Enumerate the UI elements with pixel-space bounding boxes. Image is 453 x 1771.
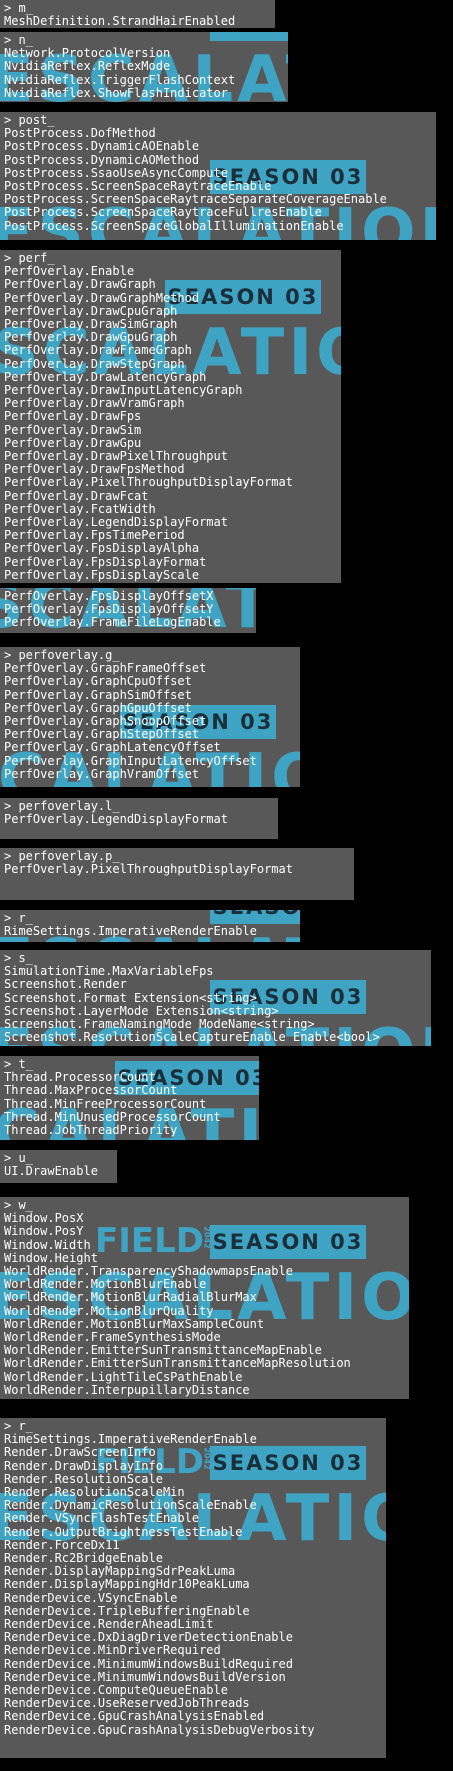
suggestion-item[interactable]: Render.DrawDisplayInfo (4, 1459, 386, 1473)
autocomplete-panel: SEASON 03ESCALATION> perf_PerfOverlay.En… (0, 250, 341, 583)
suggestion-item[interactable]: Render.VSyncFlashTestEnable (4, 1512, 386, 1525)
suggestion-list: > r_ RimeSettings.ImperativeRenderEnable (0, 910, 300, 938)
suggestion-list: > r_ RimeSettings.ImperativeRenderEnable R… (0, 1418, 386, 1737)
suggestion-item[interactable]: PerfOverlay.GraphInputLatencyOffset (4, 754, 300, 768)
autocomplete-panel: SEASON 03ESCALATION> r_RimeSettings.Impe… (0, 910, 300, 942)
suggestion-item[interactable]: Thread.JobThreadPriority (4, 1123, 259, 1137)
suggestion-list: > w_ Window.PosX Window.PosY Window.Width Wi… (0, 1197, 409, 1397)
suggestion-item[interactable]: Screenshot.Render (4, 978, 431, 991)
suggestion-item[interactable]: PerfOverlay.FpsDisplayAlpha (4, 542, 341, 555)
suggestion-item[interactable]: Window.PosY (4, 1225, 409, 1238)
suggestion-item[interactable]: RenderDevice.MinDriverRequired (4, 1644, 386, 1657)
suggestion-item[interactable]: Screenshot.Format Extension<string> (4, 991, 431, 1005)
autocomplete-panel: > u_ UI.DrawEnable (0, 1150, 117, 1183)
suggestion-item[interactable]: PerfOverlay.DrawFcat (4, 489, 341, 503)
suggestion-item[interactable]: PerfOverlay.PixelThroughputDisplayFormat (4, 863, 354, 876)
suggestion-item[interactable]: Render.OutputBrightnessTestEnable (4, 1525, 386, 1539)
suggestion-item[interactable]: PostProcess.DynamicAOEnable (4, 140, 436, 153)
suggestion-item[interactable]: WorldRender.LightTileCsPathEnable (4, 1370, 409, 1384)
suggestion-list: > post_ PostProcess.DofMethod PostProcess.… (0, 112, 436, 233)
suggestion-item[interactable]: PostProcess.DynamicAOMethod (4, 153, 436, 167)
suggestion-item[interactable]: RenderDevice.GpuCrashAnalysisDebugVerbos… (4, 1723, 386, 1737)
autocomplete-panel: FIELD2042SEASON 03ESCALATION> w_Window.P… (0, 1197, 409, 1399)
suggestion-item[interactable]: PerfOverlay.GraphVramOffset (4, 767, 300, 781)
autocomplete-panel: > perfoverlay.p_ PerfOverlay.PixelThrough… (0, 848, 354, 900)
suggestion-item[interactable]: PerfOverlay.FpsDisplayFormat (4, 555, 341, 569)
suggestion-item[interactable]: Thread.MaxProcessorCount (4, 1084, 259, 1097)
suggestion-item[interactable]: WorldRender.MotionBlurQuality (4, 1304, 409, 1318)
suggestion-item[interactable]: PerfOverlay.LegendDisplayFormat (4, 813, 278, 826)
suggestion-list: > s_ SimulationTime.MaxVariableFps Screens… (0, 950, 431, 1044)
suggestion-item[interactable]: PerfOverlay.GraphSimOffset (4, 688, 300, 702)
suggestion-item[interactable]: RenderDevice.GpuCrashAnalysisEnabled (4, 1710, 386, 1723)
suggestion-item[interactable]: PerfOverlay.FpsDisplayScale (4, 568, 341, 582)
suggestion-item[interactable]: Window.Width (4, 1238, 409, 1252)
suggestion-item[interactable]: PerfOverlay.PixelThroughputDisplayFormat (4, 476, 341, 489)
autocomplete-panel: SEASON 03ESCALATION> s_SimulationTime.Ma… (0, 950, 431, 1046)
suggestion-item[interactable]: PerfOverlay.DrawGraph (4, 278, 341, 291)
suggestion-item[interactable]: PerfOverlay.DrawFrameGraph (4, 344, 341, 357)
suggestion-item[interactable]: PerfOverlay.DrawStepGraph (4, 357, 341, 371)
autocomplete-panel: SEASON 03ESCALATION> perfoverlay.g_PerfO… (0, 647, 300, 787)
autocomplete-panel: > perfoverlay.l_ PerfOverlay.LegendDispla… (0, 798, 278, 839)
suggestion-list: > t_ Thread.ProcessorCount Thread.MaxProce… (0, 1056, 259, 1137)
suggestion-item[interactable]: PostProcess.ScreenSpaceRaytraceFullresEn… (4, 206, 436, 219)
suggestion-item[interactable]: Thread.MinFreeProcessorCount (4, 1097, 259, 1111)
suggestion-item[interactable]: PerfOverlay.GraphLatencyOffset (4, 741, 300, 754)
suggestion-item[interactable]: RenderDevice.VSyncEnable (4, 1591, 386, 1605)
suggestion-list: > u_ UI.DrawEnable (0, 1150, 117, 1178)
suggestion-list: > perf_ PerfOverlay.Enable PerfOverlay.Dra… (0, 250, 341, 582)
suggestion-item[interactable]: WorldRender.InterpupillaryDistance (4, 1383, 409, 1397)
suggestion-item[interactable]: PerfOverlay.GraphCpuOffset (4, 675, 300, 688)
suggestion-list: > perfoverlay.l_ PerfOverlay.LegendDispla… (0, 798, 278, 826)
suggestion-item[interactable]: NvidiaReflex.TriggerFlashContext (4, 73, 288, 87)
suggestion-item[interactable]: PerfOverlay.DrawGraphMethod (4, 291, 341, 305)
suggestion-item[interactable]: Render.DisplayMappingHdr10PeakLuma (4, 1578, 386, 1591)
suggestion-list: PerfOverlay.FpsDisplayOffsetX PerfOverlay… (0, 588, 256, 630)
suggestion-item[interactable]: MeshDefinition.StrandHairEnabled (4, 15, 275, 28)
suggestion-item[interactable]: WorldRender.EmitterSunTransmittanceMapRe… (4, 1357, 409, 1370)
suggestion-list: > perfoverlay.p_ PerfOverlay.PixelThrough… (0, 848, 354, 876)
suggestion-list: > n_ Network.ProtocolVersion NvidiaReflex.… (0, 32, 288, 100)
autocomplete-panel: > m_ MeshDefinition.StrandHairEnabled (0, 0, 275, 28)
suggestion-list: > m_ MeshDefinition.StrandHairEnabled (0, 0, 275, 28)
suggestion-item[interactable]: RimeSettings.ImperativeRenderEnable (4, 925, 300, 938)
suggestion-item[interactable]: RenderDevice.MinimumWindowsBuildRequired (4, 1657, 386, 1671)
suggestion-item[interactable]: PerfOverlay.FrameFileLogEnable (4, 616, 256, 629)
autocomplete-panel: SEASON 03ESCALATIONPerfOverlay.FpsDispla… (0, 588, 256, 633)
autocomplete-panel: SEASON 03ESCALATION> post_PostProcess.Do… (0, 112, 436, 240)
suggestion-item[interactable]: Render.DrawScreenInfo (4, 1446, 386, 1459)
suggestion-item[interactable]: WorldRender.MotionBlurRadialBlurMax (4, 1291, 409, 1304)
suggestion-item[interactable]: PostProcess.ScreenSpaceGlobalIlluminatio… (4, 219, 436, 233)
suggestion-item[interactable]: PerfOverlay.DrawSim (4, 423, 341, 437)
autocomplete-panel: SEASON 03ESCALATION> n_Network.ProtocolV… (0, 32, 288, 102)
suggestion-item[interactable]: PerfOverlay.DrawFps (4, 410, 341, 423)
suggestion-item[interactable]: Screenshot.ResolutionScaleCaptureEnable … (4, 1031, 431, 1044)
suggestion-list: > perfoverlay.g_ PerfOverlay.GraphFrameOf… (0, 647, 300, 781)
autocomplete-panel: SEASON 03ESCALATION> t_Thread.ProcessorC… (0, 1056, 259, 1140)
suggestion-item[interactable]: NvidiaReflex.ShowFlashIndicator (4, 86, 288, 100)
suggestion-item[interactable]: NvidiaReflex.ReflexMode (4, 60, 288, 73)
suggestion-item[interactable]: UI.DrawEnable (4, 1165, 117, 1178)
autocomplete-panel: FIELD2042SEASON 03ESCALATION> r_RimeSett… (0, 1418, 386, 1758)
